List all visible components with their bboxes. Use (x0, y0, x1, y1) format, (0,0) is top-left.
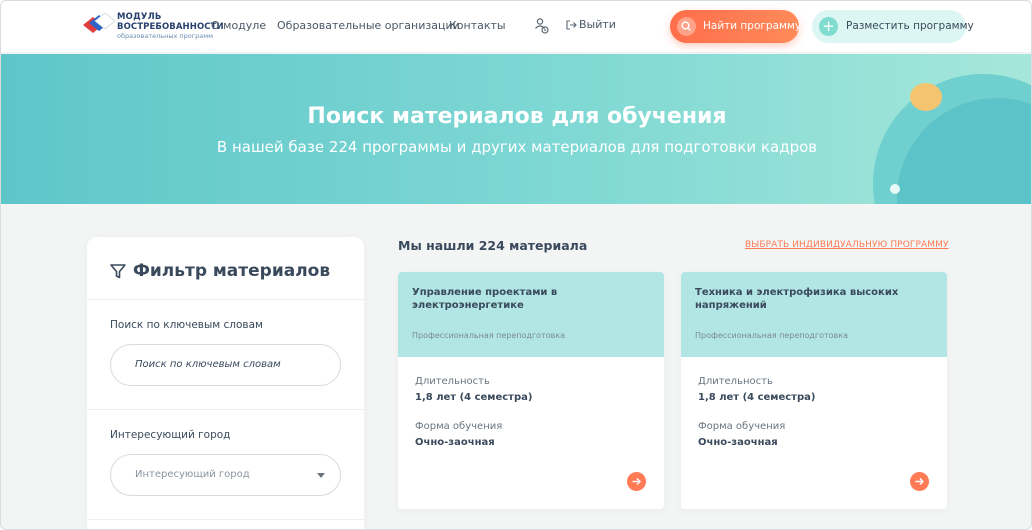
filter-panel: Фильтр материалов Поиск по ключевым слов… (87, 237, 364, 529)
program-card[interactable]: Управление проектами в электроэнергетике… (398, 272, 664, 509)
choose-individual-program-link[interactable]: ВЫБРАТЬ ИНДИВИДУАЛЬНУЮ ПРОГРАММУ (745, 240, 949, 250)
filter-icon (110, 264, 126, 279)
city-placeholder: Интересующий город (135, 469, 250, 480)
arrow-right-icon[interactable] (910, 472, 929, 491)
find-program-label: Найти программу (703, 20, 802, 32)
post-program-button[interactable]: + Разместить программу (812, 10, 974, 43)
filter-header: Фильтр материалов (87, 237, 364, 300)
logo-line-1: МОДУЛЬ (117, 12, 162, 22)
city-select[interactable]: Интересующий город (110, 454, 341, 496)
card-title[interactable]: Техника и электрофизика высоких напряжен… (695, 286, 935, 312)
card-header: Техника и электрофизика высоких напряжен… (681, 272, 947, 357)
settings-people-icon[interactable] (534, 17, 550, 35)
plus-icon: + (819, 17, 838, 36)
logo[interactable]: МОДУЛЬ ВОСТРЕБОВАННОСТИ образовательных … (81, 11, 224, 41)
duration-label: Длительность (415, 376, 490, 387)
find-program-button[interactable]: Найти программу (670, 10, 802, 43)
nav-contacts-link[interactable]: Контакты (449, 19, 506, 32)
card-header: Управление проектами в электроэнергетике… (398, 272, 664, 357)
filter-divider (87, 409, 364, 410)
logo-mark-icon (83, 13, 116, 33)
filter-divider (87, 519, 364, 520)
post-program-label: Разместить программу (846, 20, 974, 32)
study-form-label: Форма обучения (698, 421, 786, 432)
search-icon (677, 17, 696, 36)
duration-value: 1,8 лет (4 семестра) (698, 392, 816, 403)
logo-line-2: ВОСТРЕБОВАННОСТИ (117, 22, 224, 32)
duration-label: Длительность (698, 376, 773, 387)
header: МОДУЛЬ ВОСТРЕБОВАННОСТИ образовательных … (1, 1, 1031, 53)
hero-subtitle: В нашей базе 224 программы и других мате… (216, 138, 818, 156)
logout-icon (566, 20, 577, 30)
filter-title: Фильтр материалов (133, 261, 331, 281)
program-card[interactable]: Техника и электрофизика высоких напряжен… (681, 272, 947, 509)
keywords-placeholder: Поиск по ключевым словам (135, 359, 281, 370)
hero-banner: Поиск материалов для обучения В нашей ба… (1, 54, 1031, 204)
arrow-right-icon[interactable] (627, 472, 646, 491)
hero-title: Поиск материалов для обучения (307, 104, 727, 129)
keywords-input[interactable]: Поиск по ключевым словам (110, 344, 341, 386)
nav-orgs-link[interactable]: Образовательные организации (277, 19, 460, 32)
study-form-value: Очно-заочная (698, 437, 778, 448)
study-form-label: Форма обучения (415, 421, 503, 432)
card-type: Профессиональная переподготовка (695, 331, 848, 340)
browser-frame: МОДУЛЬ ВОСТРЕБОВАННОСТИ образовательных … (0, 0, 1032, 530)
chevron-down-icon (317, 473, 325, 478)
card-type: Профессиональная переподготовка (412, 331, 565, 340)
results-count: Мы нашли 224 материала (398, 238, 588, 253)
duration-value: 1,8 лет (4 семестра) (415, 392, 533, 403)
nav-about-link[interactable]: О модуле (211, 19, 266, 32)
city-label: Интересующий город (110, 429, 231, 441)
logo-line-3: образовательных программ (117, 32, 214, 40)
card-title[interactable]: Управление проектами в электроэнергетике (412, 286, 652, 312)
hero-decoration-dot (890, 184, 900, 194)
logout-label: Выйти (579, 18, 616, 31)
study-form-value: Очно-заочная (415, 437, 495, 448)
keywords-label: Поиск по ключевым словам (110, 319, 263, 331)
